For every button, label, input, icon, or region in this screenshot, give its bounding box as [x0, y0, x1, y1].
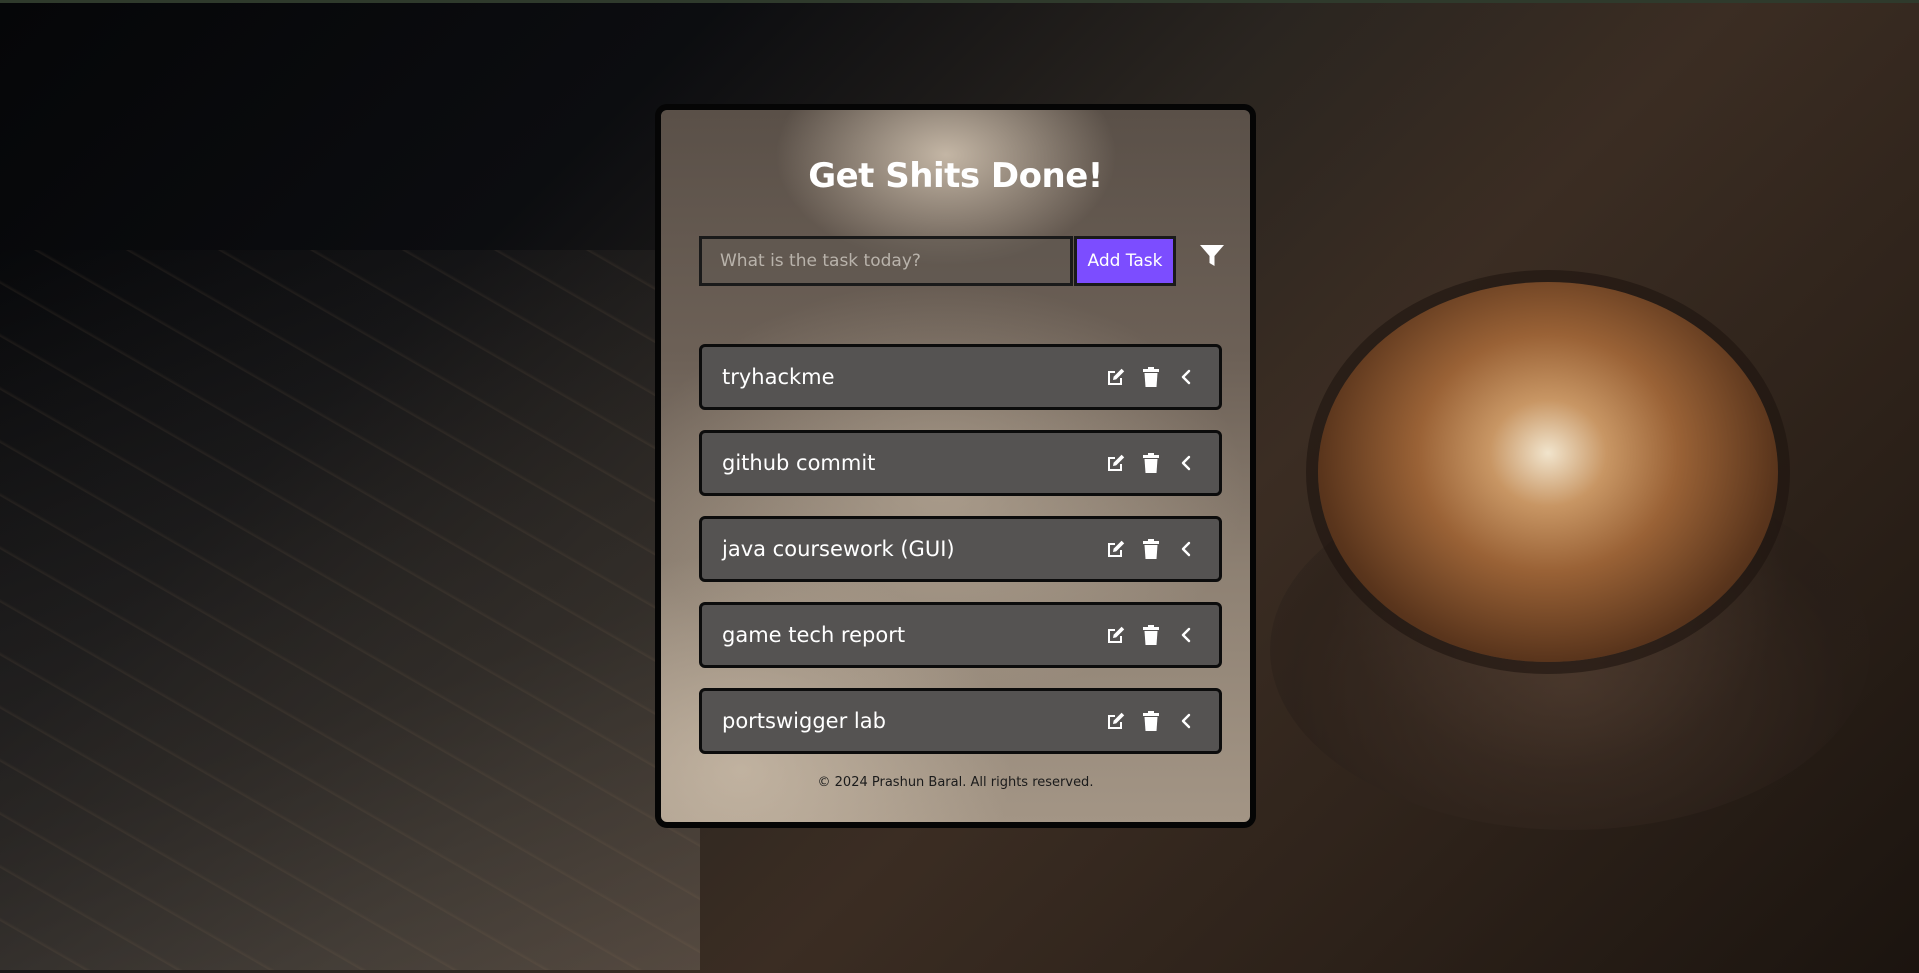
task-label: tryhackme	[722, 365, 835, 389]
chevron-left-icon[interactable]	[1175, 365, 1197, 389]
edit-icon[interactable]	[1105, 451, 1127, 475]
edit-icon[interactable]	[1105, 537, 1127, 561]
app-title: Get Shits Done!	[808, 156, 1103, 196]
task-input[interactable]	[699, 236, 1073, 286]
task-actions	[1105, 451, 1197, 475]
task-item: game tech report	[699, 602, 1222, 668]
edit-icon[interactable]	[1105, 365, 1127, 389]
background-coffee-cup	[1318, 282, 1778, 662]
task-list: tryhackme github commit java coursework …	[699, 344, 1222, 774]
edit-icon[interactable]	[1105, 623, 1127, 647]
task-label: github commit	[722, 451, 876, 475]
task-item: tryhackme	[699, 344, 1222, 410]
trash-icon[interactable]	[1140, 365, 1162, 389]
task-label: portswigger lab	[722, 709, 886, 733]
top-edge-line	[0, 0, 1919, 3]
trash-icon[interactable]	[1140, 537, 1162, 561]
trash-icon[interactable]	[1140, 709, 1162, 733]
task-actions	[1105, 709, 1197, 733]
task-actions	[1105, 537, 1197, 561]
trash-icon[interactable]	[1140, 451, 1162, 475]
task-item: portswigger lab	[699, 688, 1222, 754]
chevron-left-icon[interactable]	[1175, 451, 1197, 475]
chevron-left-icon[interactable]	[1175, 537, 1197, 561]
chevron-left-icon[interactable]	[1175, 623, 1197, 647]
task-actions	[1105, 623, 1197, 647]
trash-icon[interactable]	[1140, 623, 1162, 647]
filter-icon[interactable]	[1198, 242, 1226, 270]
task-actions	[1105, 365, 1197, 389]
add-task-button[interactable]: Add Task	[1074, 236, 1176, 286]
task-label: java coursework (GUI)	[722, 537, 955, 561]
footer-copyright: © 2024 Prashun Baral. All rights reserve…	[817, 775, 1094, 790]
todo-card: Get Shits Done! Add Task tryhackme	[655, 104, 1256, 828]
edit-icon[interactable]	[1105, 709, 1127, 733]
chevron-left-icon[interactable]	[1175, 709, 1197, 733]
task-item: java coursework (GUI)	[699, 516, 1222, 582]
task-item: github commit	[699, 430, 1222, 496]
background-laptop-keyboard	[0, 250, 700, 970]
task-label: game tech report	[722, 623, 906, 647]
